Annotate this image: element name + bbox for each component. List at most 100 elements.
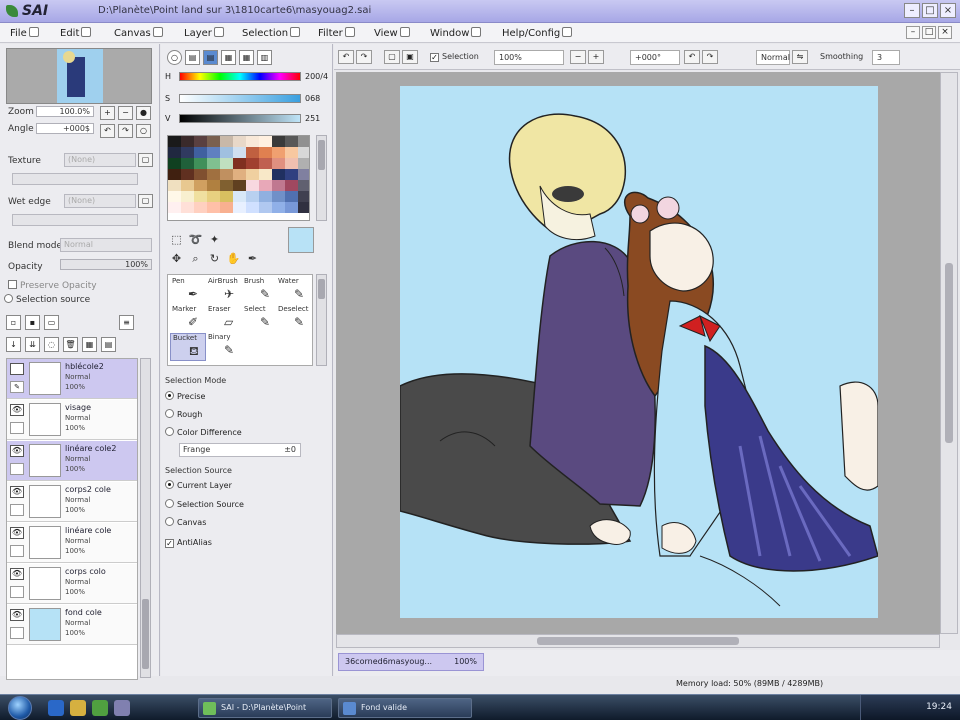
layer-options-icon[interactable]: ≡	[119, 314, 134, 330]
angle-slider[interactable]: +000$	[36, 123, 94, 134]
canvas-vertical-scroll-thumb[interactable]	[945, 263, 953, 443]
color-mixer-icon[interactable]: ▦	[221, 50, 236, 65]
brush-select[interactable]: Select ✎	[242, 305, 278, 333]
swatch[interactable]	[220, 169, 233, 180]
document-tab[interactable]: 36corned6masyoug... 100%	[338, 653, 484, 671]
transfer-down-icon[interactable]: ↓	[6, 336, 21, 352]
visibility-toggle[interactable]: 👁	[10, 609, 24, 621]
swatch[interactable]	[259, 202, 272, 213]
rotate-reset-icon[interactable]: ○	[136, 124, 151, 138]
rotation-select[interactable]: +000°	[630, 50, 680, 65]
zoom-out-icon[interactable]: −	[118, 106, 133, 120]
layer-item[interactable]: 👁 corps2 cole Normal 100%	[7, 482, 137, 522]
media-icon[interactable]	[92, 700, 108, 716]
canvas-vertical-scrollbar[interactable]	[940, 72, 958, 634]
swatch[interactable]	[233, 202, 246, 213]
swatch[interactable]	[272, 147, 285, 158]
swatch[interactable]	[298, 136, 309, 147]
brush-lock-icon[interactable]: ✎	[10, 381, 24, 393]
layer-item[interactable]: ✎ hblécole2 Normal 100%	[7, 359, 137, 399]
canvas-viewport[interactable]	[336, 72, 940, 634]
swatch[interactable]	[168, 191, 181, 202]
wet-edge-settings-icon[interactable]: ▢	[138, 194, 153, 208]
lock-toggle[interactable]	[10, 627, 24, 639]
brush-scroll-thumb[interactable]	[318, 279, 325, 299]
swatch[interactable]	[272, 191, 285, 202]
swatch[interactable]	[285, 136, 298, 147]
swatch[interactable]	[207, 202, 220, 213]
canvas-zoom-out-icon[interactable]: −	[570, 50, 586, 64]
wet-edge-size-slider[interactable]	[12, 214, 138, 226]
selection-visibility-checkbox[interactable]	[430, 53, 439, 62]
swatch[interactable]	[285, 158, 298, 169]
source-option-current-layer[interactable]: Current Layer	[165, 480, 232, 490]
mode-option-color-difference[interactable]: Color Difference	[165, 427, 242, 437]
swatch[interactable]	[168, 180, 181, 191]
zoom-in-icon[interactable]: +	[100, 106, 115, 120]
new-folder-icon[interactable]: ▭	[44, 314, 59, 330]
swatch[interactable]	[220, 191, 233, 202]
layer-item[interactable]: 👁 linéare cole Normal 100%	[7, 523, 137, 563]
menu-layer[interactable]: Layer	[184, 27, 224, 39]
view-mode-select[interactable]: Normal	[756, 50, 790, 65]
source-radio[interactable]	[165, 499, 174, 508]
folder-icon[interactable]	[70, 700, 86, 716]
layer-item[interactable]: 👁 linéare cole2 Normal 100%	[7, 441, 137, 481]
menu-view[interactable]: View	[374, 27, 410, 39]
layer-fx-icon[interactable]: ▤	[101, 336, 116, 352]
swatch[interactable]	[194, 147, 207, 158]
taskbar-item-sai[interactable]: SAI - D:\Planète\Point	[198, 698, 332, 718]
layer-item[interactable]: 👁 corps colo Normal 100%	[7, 564, 137, 604]
swatch[interactable]	[181, 202, 194, 213]
canvas-rotate-left-icon[interactable]: ↶	[684, 50, 700, 64]
hand-icon[interactable]: ✋	[226, 251, 241, 266]
close-icon[interactable]: ×	[940, 3, 956, 18]
swatch[interactable]	[194, 158, 207, 169]
swatch[interactable]	[298, 191, 309, 202]
swatch[interactable]	[207, 180, 220, 191]
swatch[interactable]	[272, 180, 285, 191]
preserve-opacity-option[interactable]: Preserve Opacity	[8, 280, 97, 291]
swatch[interactable]	[168, 158, 181, 169]
swatch[interactable]	[246, 202, 259, 213]
scratchpad-icon[interactable]: ▥	[257, 50, 272, 65]
artwork-canvas[interactable]	[400, 86, 878, 618]
swatch[interactable]	[298, 158, 309, 169]
taskbar-item-fond[interactable]: Fond valide	[338, 698, 472, 718]
color-wheel-icon[interactable]: ○	[167, 50, 182, 65]
hue-slider[interactable]	[179, 72, 301, 81]
swatch[interactable]	[181, 180, 194, 191]
swatch[interactable]	[168, 147, 181, 158]
new-layer-icon[interactable]: ▫	[6, 314, 21, 330]
rotate-tool-icon[interactable]: ↻	[207, 251, 222, 266]
swatch[interactable]	[181, 169, 194, 180]
lock-toggle[interactable]	[10, 463, 24, 475]
ie-icon[interactable]	[48, 700, 64, 716]
swatch[interactable]	[220, 180, 233, 191]
swatch[interactable]	[285, 180, 298, 191]
swatch[interactable]	[207, 136, 220, 147]
layer-mask-icon[interactable]: ▦	[82, 336, 97, 352]
saturation-slider[interactable]	[179, 94, 301, 103]
source-option-selection-source[interactable]: Selection Source	[165, 499, 244, 509]
foreground-color[interactable]	[288, 227, 314, 253]
swatch[interactable]	[194, 169, 207, 180]
wet-edge-select[interactable]: (None)	[64, 194, 136, 208]
menu-selection[interactable]: Selection	[242, 27, 301, 39]
swatch[interactable]	[259, 147, 272, 158]
swatch[interactable]	[168, 169, 181, 180]
zoom-select[interactable]: 100%	[494, 50, 564, 65]
brush-water[interactable]: Water ✎	[276, 277, 312, 305]
swatch[interactable]	[207, 191, 220, 202]
swatch[interactable]	[168, 202, 181, 213]
swatch[interactable]	[298, 147, 309, 158]
mode-radio[interactable]	[165, 409, 174, 418]
rotate-left-icon[interactable]: ↶	[100, 124, 115, 138]
canvas-horizontal-scrollbar[interactable]	[336, 634, 940, 648]
canvas-rotate-right-icon[interactable]: ↷	[702, 50, 718, 64]
move-icon[interactable]: ✥	[169, 251, 184, 266]
rgb-slider-icon[interactable]: ▤	[185, 50, 200, 65]
source-option-canvas[interactable]: Canvas	[165, 517, 206, 527]
hsv-slider-icon[interactable]: ▤	[203, 50, 218, 65]
rect-select-icon[interactable]: ⬚	[169, 232, 184, 247]
